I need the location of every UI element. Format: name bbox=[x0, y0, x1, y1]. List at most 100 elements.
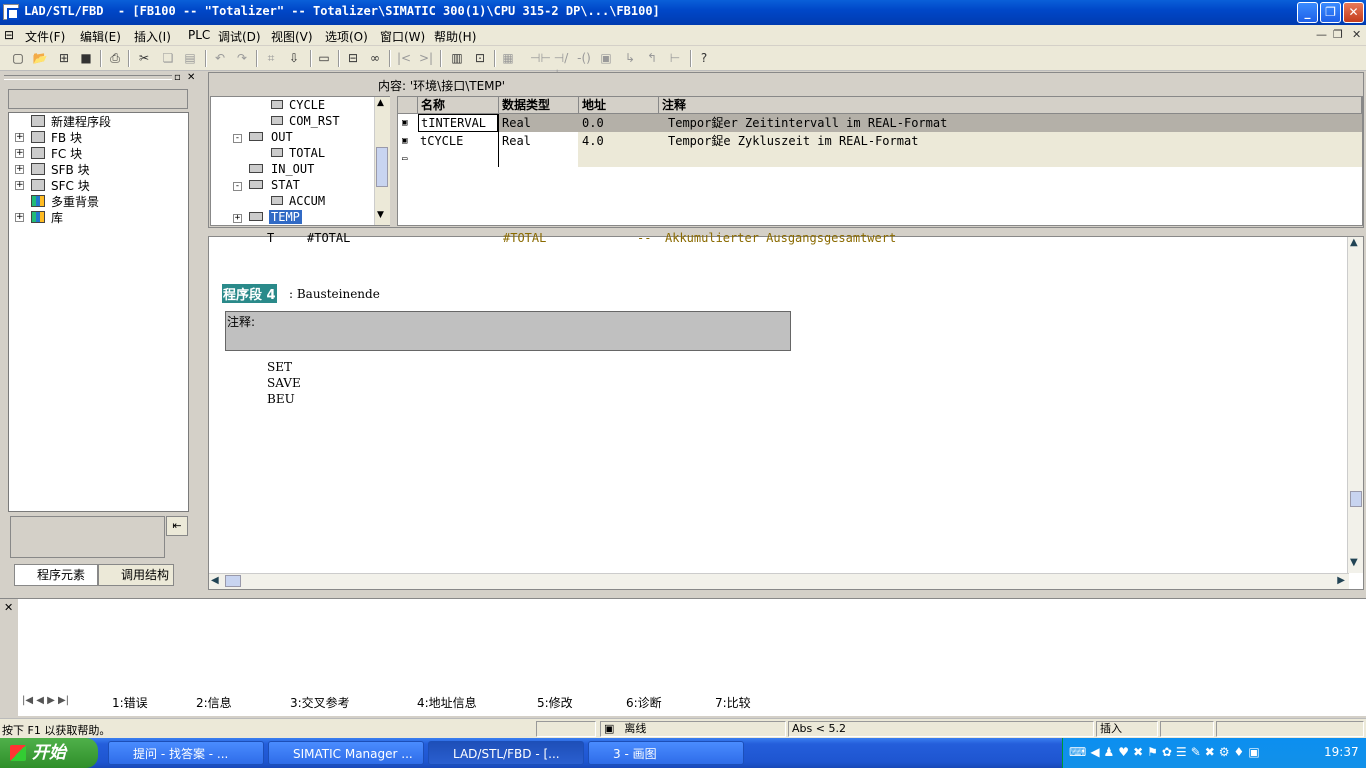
taskbar-button-paint[interactable]: 3 - 画图 bbox=[588, 741, 744, 765]
taskbar-button-simatic[interactable]: SIMATIC Manager ... bbox=[268, 741, 424, 765]
details-close-icon[interactable]: ✕ bbox=[4, 601, 13, 614]
code-hscrollbar[interactable]: ◀ ▶ bbox=[209, 573, 1349, 589]
menu-plc[interactable]: PLC bbox=[188, 28, 210, 42]
network-title[interactable]: : Bausteinende bbox=[289, 287, 380, 301]
paste-icon[interactable]: ▤ bbox=[182, 50, 198, 66]
multi-instance-icon bbox=[31, 195, 45, 207]
mdi-restore-icon[interactable]: ❐ bbox=[1333, 28, 1343, 41]
cell-type[interactable]: Real bbox=[502, 114, 531, 132]
taskbar-button-ladstl[interactable]: LAD/STL/FBD - [... bbox=[428, 741, 584, 765]
code-editor[interactable]: T #TOTAL #TOTAL -- Akkumulierter Ausgang… bbox=[208, 231, 1364, 590]
download-icon[interactable]: ⇩ bbox=[286, 50, 302, 66]
menu-options[interactable]: 选项(O) bbox=[325, 28, 368, 45]
tab-cross-ref[interactable]: 3:交叉参考 bbox=[290, 694, 350, 712]
minimize-button[interactable]: _ bbox=[1297, 2, 1318, 23]
interface-tree-scrollbar[interactable]: ▲ ▼ bbox=[374, 97, 390, 225]
save-icon[interactable]: ■ bbox=[78, 50, 94, 66]
monitor-icon[interactable]: ▭ bbox=[316, 50, 332, 66]
close-button[interactable]: ✕ bbox=[1343, 2, 1364, 23]
taskbar-button-browser[interactable]: 提问 - 找答案 - ... bbox=[108, 741, 264, 765]
prev-line-pin: T bbox=[267, 231, 275, 245]
online-state-icon: ▣ bbox=[604, 722, 615, 735]
menu-file[interactable]: 文件(F) bbox=[25, 28, 65, 45]
pane-sync-icon[interactable]: ⇤ bbox=[166, 516, 188, 536]
clock: 19:37 bbox=[1324, 745, 1359, 759]
cell-comment[interactable]: Tempor鋜e Zykluszeit im REAL-Format bbox=[668, 132, 918, 150]
col-comment[interactable]: 注释 bbox=[659, 97, 1362, 114]
mdi-minimize-icon[interactable]: — bbox=[1316, 28, 1327, 41]
stl-line: BEU bbox=[267, 392, 295, 406]
menu-help[interactable]: 帮助(H) bbox=[434, 28, 476, 45]
coil-icon[interactable]: -() bbox=[576, 50, 592, 66]
restore-button[interactable]: ❐ bbox=[1320, 2, 1341, 23]
program-elements-tree: 新建程序段 + FB 块 + FC 块 + SFB 块 + SFC 块 多重背景… bbox=[8, 112, 189, 512]
status-bar: 按下 F1 以获取帮助。 ▣ 离线 Abs < 5.2 插入 bbox=[0, 718, 1366, 738]
online-icon[interactable]: ⌗ bbox=[263, 50, 279, 66]
cell-name[interactable]: tINTERVAL bbox=[418, 114, 498, 132]
tab-call-structure[interactable]: 调用结构 bbox=[98, 564, 174, 586]
grid-icon[interactable]: ▦ bbox=[500, 50, 516, 66]
network-icon[interactable]: ⊞ bbox=[56, 50, 72, 66]
tab-program-elements[interactable]: 程序元素 bbox=[14, 564, 98, 586]
doc-icon[interactable]: ⊟ bbox=[4, 28, 14, 42]
cell-address[interactable]: 0.0 bbox=[582, 114, 604, 132]
cell-name[interactable]: tCYCLE bbox=[420, 132, 463, 150]
menu-window[interactable]: 窗口(W) bbox=[380, 28, 425, 45]
tab-nav-icons[interactable]: |◀ ◀ ▶ ▶| bbox=[22, 695, 69, 706]
window-title: LAD/STL/FBD - [FB100 -- "Totalizer" -- T… bbox=[24, 4, 660, 18]
mdi-close-icon[interactable]: ✕ bbox=[1352, 28, 1361, 41]
branch-icon[interactable]: ⊢ bbox=[667, 50, 683, 66]
network-comment-box[interactable]: 注释: bbox=[225, 311, 791, 351]
prev-line-actual: #TOTAL bbox=[503, 231, 547, 245]
box-icon[interactable]: ▣ bbox=[598, 50, 614, 66]
cell-type[interactable]: Real bbox=[502, 132, 531, 150]
row-icon: ▣ bbox=[402, 136, 408, 146]
tab-address-info[interactable]: 4:地址信息 bbox=[417, 694, 477, 712]
undo-icon[interactable]: ↶ bbox=[212, 50, 228, 66]
copy-icon[interactable]: ❏ bbox=[160, 50, 176, 66]
panel-icon[interactable]: ▥ bbox=[449, 50, 465, 66]
stl-code[interactable]: SET SAVE BEU bbox=[267, 359, 301, 407]
pane-pin-icon[interactable]: ▫ bbox=[174, 72, 181, 83]
redo-icon[interactable]: ↷ bbox=[234, 50, 250, 66]
row-icon: ▭ bbox=[402, 154, 408, 164]
col-address[interactable]: 地址 bbox=[579, 97, 659, 114]
contact-no-icon[interactable]: ⊣⊢ bbox=[530, 50, 551, 66]
tab-modify[interactable]: 5:修改 bbox=[537, 694, 573, 712]
cut-icon[interactable]: ✂ bbox=[136, 50, 152, 66]
col-type[interactable]: 数据类型 bbox=[499, 97, 579, 114]
system-tray: ⌨◀♟♥✖⚑✿☰✎✖⚙♦▣ 19:37 bbox=[1062, 738, 1366, 768]
tab-info[interactable]: 2:信息 bbox=[196, 694, 232, 712]
menu-bar: ⊟ 文件(F) 编辑(E) 插入(I) PLC 调试(D) 视图(V) 选项(O… bbox=[0, 25, 1366, 45]
menu-edit[interactable]: 编辑(E) bbox=[80, 28, 121, 45]
variable-table: 名称 数据类型 地址 注释 ▣ ▣ ▭ tINTERVAL Real 0.0 T… bbox=[397, 96, 1363, 226]
network-icon bbox=[31, 115, 45, 127]
prev-icon[interactable]: |< bbox=[396, 50, 412, 66]
tab-diagnostics[interactable]: 6:诊断 bbox=[626, 694, 662, 712]
network-label[interactable]: 程序段 4 bbox=[222, 284, 277, 303]
cell-comment[interactable]: Tempor鋜er Zeitintervall im REAL-Format bbox=[668, 114, 947, 132]
tab-compare[interactable]: 7:比较 bbox=[715, 694, 751, 712]
pane-close-icon[interactable]: ✕ bbox=[187, 72, 195, 83]
zoom-icon[interactable]: ⊡ bbox=[472, 50, 488, 66]
glasses-icon[interactable]: ∞ bbox=[367, 50, 383, 66]
col-name[interactable]: 名称 bbox=[418, 97, 499, 114]
next-icon[interactable]: >| bbox=[418, 50, 434, 66]
menu-debug[interactable]: 调试(D) bbox=[218, 28, 261, 45]
branch-open-icon[interactable]: ↳ bbox=[622, 50, 638, 66]
new-icon[interactable]: ▢ bbox=[10, 50, 26, 66]
tray-icons[interactable]: ⌨◀♟♥✖⚑✿☰✎✖⚙♦▣ bbox=[1069, 745, 1264, 759]
help-icon[interactable]: ? bbox=[696, 50, 712, 66]
contact-nc-icon[interactable]: ⊣/⊢ bbox=[553, 50, 569, 81]
menu-insert[interactable]: 插入(I) bbox=[134, 28, 171, 45]
open-icon[interactable]: 📂 bbox=[32, 50, 48, 66]
cell-address[interactable]: 4.0 bbox=[582, 132, 604, 150]
overview-icon[interactable]: ⊟ bbox=[345, 50, 361, 66]
print-icon[interactable]: ⎙ bbox=[107, 50, 123, 66]
branch-close-icon[interactable]: ↰ bbox=[644, 50, 660, 66]
code-vscrollbar[interactable]: ▲ ▼ bbox=[1347, 237, 1363, 573]
menu-view[interactable]: 视图(V) bbox=[271, 28, 313, 45]
tab-errors[interactable]: 1:错误 bbox=[112, 694, 148, 712]
pane-header-box bbox=[8, 89, 188, 109]
content-path: 内容: '环境\接口\TEMP' bbox=[378, 79, 506, 93]
